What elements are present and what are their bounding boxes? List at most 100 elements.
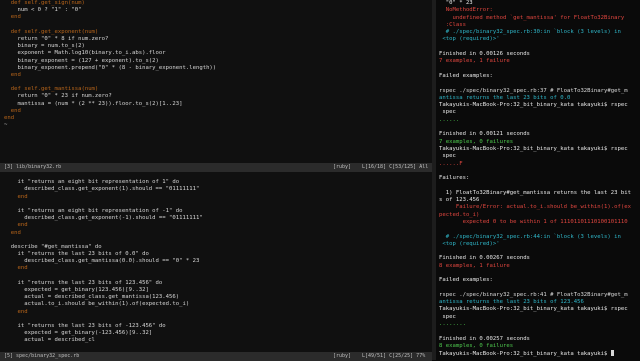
code-line[interactable]: ~: [0, 122, 432, 129]
terminal-line: ........: [439, 321, 466, 328]
code-token: num < 0 ? "1" : "0": [4, 7, 82, 14]
code-line[interactable]: described_class.get_mantissa(0.0).should…: [0, 258, 432, 265]
code-line[interactable]: exponent = Math.log10(binary.to_i.abs).f…: [0, 50, 432, 57]
code-line[interactable]: def self.get_mantissa(num): [0, 86, 432, 93]
code-line[interactable]: end: [0, 14, 432, 21]
code-line[interactable]: return "0" * 23 if num.zero?: [0, 93, 432, 100]
terminal-line: expected 0 to be within 1 of 11101101110…: [439, 218, 628, 225]
terminal-line: undefined method `get_mantissa' for Floa…: [439, 14, 625, 21]
editor-pane-bottom[interactable]: it "returns an eight bit representation …: [0, 172, 432, 352]
terminal-line: 7 examples, 1 failure: [439, 58, 510, 65]
terminal-line: s of 123.456: [439, 197, 480, 204]
code-line[interactable]: it "returns the last 23 bits of 0.0" do: [0, 251, 432, 258]
code-token: ~: [4, 122, 8, 129]
code-token: binary = num.to_s(2): [4, 43, 85, 50]
code-line[interactable]: end: [0, 265, 432, 272]
code-line[interactable]: actual.to_i.should be_within(1).of(expec…: [0, 301, 432, 308]
code-token: actual = described_class.get_mantissa(12…: [4, 294, 180, 301]
code-token: end: [4, 71, 21, 78]
code-token: binary_exponent = (127 + exponent).to_s(…: [4, 57, 159, 64]
code-line[interactable]: num < 0 ? "1" : "0": [0, 7, 432, 14]
terminal-line: <top (required)>': [439, 36, 500, 43]
code-line[interactable]: it "returns the last 23 bits of -123.456…: [0, 323, 432, 330]
code-token: described_class.get_exponent(-1).should …: [4, 215, 203, 222]
code-line[interactable]: [0, 237, 432, 244]
code-line[interactable]: [0, 79, 432, 86]
code-line[interactable]: described_class.get_exponent(1).should =…: [0, 186, 432, 193]
code-line[interactable]: describe "#get_mantissa" do: [0, 244, 432, 251]
code-line[interactable]: end: [0, 194, 432, 201]
code-line[interactable]: end: [0, 222, 432, 229]
code-line[interactable]: binary = num.to_s(2): [0, 43, 432, 50]
code-line[interactable]: mantissa = (num * (2 ** 23)).floor.to_s(…: [0, 101, 432, 108]
code-token: it "returns an eight bit representation …: [4, 207, 183, 214]
code-line[interactable]: def self.get_exponent(num): [0, 29, 432, 36]
terminal-line: Failed examples:: [439, 277, 493, 284]
code-line[interactable]: end: [0, 115, 432, 122]
code-line[interactable]: expected = get_binary(123.456)[9..32]: [0, 287, 432, 294]
terminal-line: Finished in 0.00267 seconds: [439, 255, 530, 262]
terminal-line: 7 examples, 0 failures: [439, 138, 514, 145]
code-line[interactable]: described_class.get_exponent(-1).should …: [0, 215, 432, 222]
code-line[interactable]: binary_exponent = (127 + exponent).to_s(…: [0, 58, 432, 65]
code-token: actual = described_cl: [4, 337, 95, 344]
code-token: end: [4, 14, 21, 21]
terminal-line: antissa returns the last 23 bits of 0.0: [439, 94, 571, 101]
code-line[interactable]: expected = get_binary(-123.456)[9..32]: [0, 330, 432, 337]
terminal-line: Failures:: [439, 175, 470, 182]
code-line[interactable]: [0, 172, 432, 179]
code-token: it "returns the last 23 bits of -123.456…: [4, 322, 166, 329]
code-token: end: [4, 265, 28, 272]
terminal-line: Failure/Error: actual.to_i.should be_wit…: [439, 204, 631, 211]
code-line[interactable]: [0, 273, 432, 280]
terminal-line: 1) FloatTo32Binary#get_mantissa returns …: [439, 189, 631, 196]
terminal-line: # ./spec/binary32_spec.rb:44:in `block (…: [439, 233, 621, 240]
terminal-line: rspec ./spec/binary32_spec.rb:37 # Float…: [439, 87, 628, 94]
code-line[interactable]: [0, 201, 432, 208]
code-line[interactable]: binary_exponent.prepend("0" * (8 - binar…: [0, 65, 432, 72]
terminal-cursor: [610, 350, 614, 357]
code-token: exponent = Math.log10(binary.to_i.abs).f…: [4, 50, 166, 57]
terminal-line: Finished in 0.00257 seconds: [439, 335, 530, 342]
terminal-line: NoMethodError:: [439, 7, 493, 14]
code-token: return "0" * 8 if num.zero?: [4, 35, 109, 42]
terminal-line: <top (required)>': [439, 240, 500, 247]
code-line[interactable]: end: [0, 309, 432, 316]
terminal-line: Takayukis-MacBook-Pro:32_bit_binary_kata…: [439, 145, 628, 152]
code-token: end: [4, 229, 21, 236]
code-line[interactable]: return "0" * 8 if num.zero?: [0, 36, 432, 43]
terminal-line: spec: [439, 109, 456, 116]
code-line[interactable]: [0, 316, 432, 323]
terminal-line: Takayukis-MacBook-Pro:32_bit_binary_kata…: [439, 306, 628, 313]
code-line[interactable]: end: [0, 230, 432, 237]
code-token: described_class.get_exponent(1).should =…: [4, 186, 200, 193]
code-token: end: [4, 107, 21, 114]
code-token: end: [4, 222, 28, 229]
editor-pane-top[interactable]: def self.get_sign(num) num < 0 ? "1" : "…: [0, 0, 432, 163]
code-line[interactable]: it "returns the last 23 bits of 123.456"…: [0, 280, 432, 287]
terminal-line: :Class: [439, 21, 466, 28]
terminal-line: spec: [439, 313, 456, 320]
code-line[interactable]: def self.get_sign(num): [0, 0, 432, 7]
code-line[interactable]: [0, 22, 432, 29]
code-token: expected = get_binary(123.456)[9..32]: [4, 287, 149, 293]
code-token: described_class.get_mantissa(0.0).should…: [4, 258, 200, 265]
terminal-pane[interactable]: "0" * 23 NoMethodError: undefined method…: [436, 0, 640, 360]
code-token: def self.get_sign(num): [4, 0, 85, 6]
terminal-line: rspec ./spec/binary32_spec.rb:41 # Float…: [439, 291, 628, 298]
code-line[interactable]: actual = described_class.get_mantissa(12…: [0, 294, 432, 301]
code-token: binary_exponent.prepend("0" * (8 - binar…: [4, 64, 217, 71]
code-line[interactable]: end: [0, 72, 432, 79]
status-bar-top: [3] lib/binary32.rb [ruby] L[16/18] C[53…: [0, 163, 432, 172]
code-line[interactable]: it "returns an eight bit representation …: [0, 208, 432, 215]
code-line[interactable]: actual = described_cl: [0, 337, 432, 344]
code-line[interactable]: end: [0, 108, 432, 115]
code-line[interactable]: it "returns an eight bit representation …: [0, 179, 432, 186]
code-token: def self.get_exponent(num): [4, 28, 99, 35]
